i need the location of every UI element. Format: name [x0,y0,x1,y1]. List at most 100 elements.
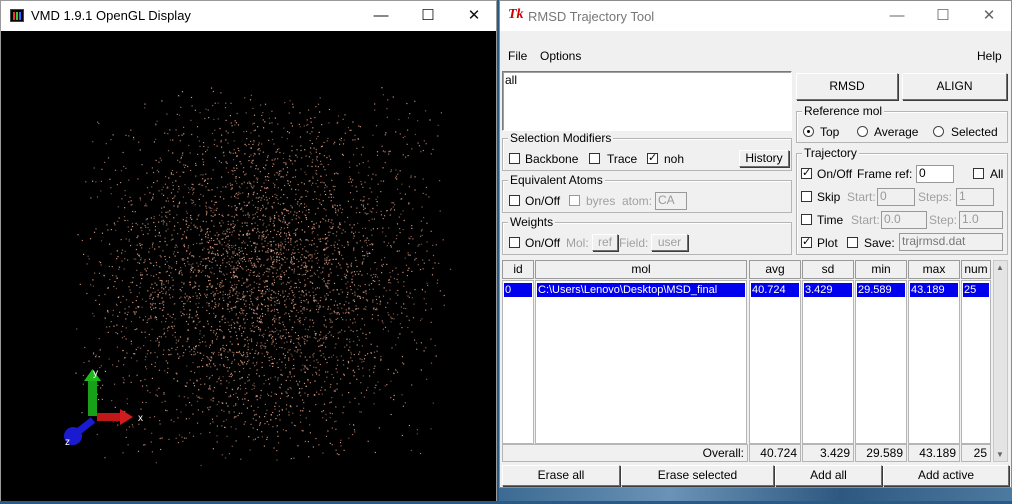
x-axis-label: x [138,413,143,424]
rmsd-title-bar[interactable]: Tk RMSD Trajectory Tool — ☐ ✕ [500,1,1011,31]
byres-label: byres [586,194,616,208]
column-max[interactable] [908,280,960,444]
time-start-input[interactable]: 0.0 [881,211,927,229]
x-axis-shaft [97,413,122,421]
reference-mol-title: Reference mol [802,104,885,118]
align-button[interactable]: ALIGN [902,73,1007,100]
save-checkbox[interactable] [847,237,858,248]
scroll-up-icon[interactable]: ▲ [996,263,1004,272]
opengl-display-canvas[interactable]: y x z [1,31,496,501]
add-active-button[interactable]: Add active [883,465,1009,486]
rmsd-button[interactable]: RMSD [796,73,898,100]
frame-ref-label: Frame ref: [857,167,913,181]
skip-start-label: Start: [847,190,876,204]
atom-selection-textarea[interactable]: all [502,71,792,131]
weights-mol-label: Mol: [566,236,589,250]
noh-label: noh [664,152,685,166]
rmsd-maximize-button[interactable]: ☐ [920,1,966,31]
overall-avg: 40.724 [749,444,801,462]
weights-onoff-checkbox[interactable] [509,237,520,248]
backbone-label: Backbone [525,152,579,166]
column-sd[interactable] [802,280,854,444]
add-all-button[interactable]: Add all [775,465,882,486]
history-button[interactable]: History [739,150,789,167]
scroll-down-icon[interactable]: ▼ [996,450,1004,459]
tk-feather-icon: Tk [508,7,524,22]
vmd-window: VMD 1.9.1 OpenGL Display — ☐ ✕ y x z [0,0,497,501]
column-avg[interactable] [749,280,801,444]
axes-indicator: y x z [64,368,143,448]
menu-options[interactable]: Options [540,49,581,63]
reference-average-label: Average [874,125,919,139]
row-num-cell[interactable]: 25 [963,283,989,297]
rmsd-minimize-button[interactable]: — [874,1,920,31]
menu-file[interactable]: File [508,49,527,63]
header-id[interactable]: id [502,260,534,279]
trajectory-onoff-checkbox[interactable] [801,166,812,179]
header-avg[interactable]: avg [749,260,801,279]
time-start-label: Start: [851,213,880,227]
header-mol[interactable]: mol [535,260,747,279]
erase-selected-button[interactable]: Erase selected [621,465,774,486]
weights-field-button[interactable]: user [651,234,688,251]
reference-top-radio[interactable] [803,126,814,137]
atom-label: atom: [622,194,653,208]
step-input[interactable]: 1.0 [959,211,1003,229]
equivalent-onoff-label: On/Off [525,194,561,208]
reference-average-radio[interactable] [857,126,868,137]
header-min[interactable]: min [855,260,907,279]
table-scrollbar[interactable]: ▲ ▼ [993,260,1008,462]
x-axis-arrowhead [120,409,133,425]
vmd-minimize-button[interactable]: — [358,1,404,31]
reference-selected-radio[interactable] [933,126,944,137]
noh-checkbox[interactable] [647,151,658,164]
weights-mol-button[interactable]: ref [592,234,618,251]
vmd-maximize-button[interactable]: ☐ [405,1,451,31]
skip-checkbox[interactable] [801,191,812,202]
selection-modifiers-group: Selection Modifiers Backbone Trace noh H… [502,131,792,171]
trace-checkbox[interactable] [589,153,600,164]
column-mol[interactable] [535,280,747,444]
row-sd-cell[interactable]: 3.429 [804,283,852,297]
vmd-title-bar[interactable]: VMD 1.9.1 OpenGL Display — ☐ ✕ [1,1,496,31]
erase-all-button[interactable]: Erase all [502,465,620,486]
vmd-close-button[interactable]: ✕ [451,1,497,31]
weights-group: Weights On/Off Mol: ref Field: user [502,215,792,255]
byres-checkbox[interactable] [569,195,580,206]
row-min-cell[interactable]: 29.589 [857,283,905,297]
menu-bar: File Options Help [500,45,1011,67]
steps-input[interactable]: 1 [956,188,994,206]
skip-start-input[interactable]: 0 [877,188,915,206]
all-frames-checkbox[interactable] [973,168,984,179]
rmsd-close-button[interactable]: ✕ [966,1,1012,31]
column-id[interactable] [502,280,534,444]
header-sd[interactable]: sd [802,260,854,279]
time-checkbox[interactable] [801,214,812,225]
menu-help[interactable]: Help [977,49,1002,63]
plot-checkbox[interactable] [801,235,812,248]
y-axis-shaft [88,376,97,416]
trajectory-title: Trajectory [802,146,859,160]
plot-label: Plot [817,236,838,250]
header-num[interactable]: num [961,260,991,279]
weights-title: Weights [508,215,556,229]
z-axis-shaft [76,417,96,434]
row-max-cell[interactable]: 43.189 [910,283,958,297]
backbone-checkbox[interactable] [509,153,520,164]
row-avg-cell[interactable]: 40.724 [751,283,799,297]
time-label: Time [817,213,844,227]
desktop-background [499,488,1012,501]
equivalent-atoms-group: Equivalent Atoms On/Off byres atom: CA [502,173,792,213]
frame-ref-input[interactable]: 0 [916,165,954,183]
overall-max: 43.189 [908,444,960,462]
header-max[interactable]: max [908,260,960,279]
equivalent-atoms-title: Equivalent Atoms [508,173,605,187]
column-num[interactable] [961,280,991,444]
save-file-input[interactable]: trajrmsd.dat [899,233,1003,251]
row-mol-cell[interactable]: C:\Users\Lenovo\Desktop\MSD_final [537,283,745,297]
row-id-cell[interactable]: 0 [504,283,532,297]
equivalent-onoff-checkbox[interactable] [509,195,520,206]
column-min[interactable] [855,280,907,444]
reference-selected-label: Selected [951,125,998,139]
atom-input[interactable]: CA [655,192,687,210]
